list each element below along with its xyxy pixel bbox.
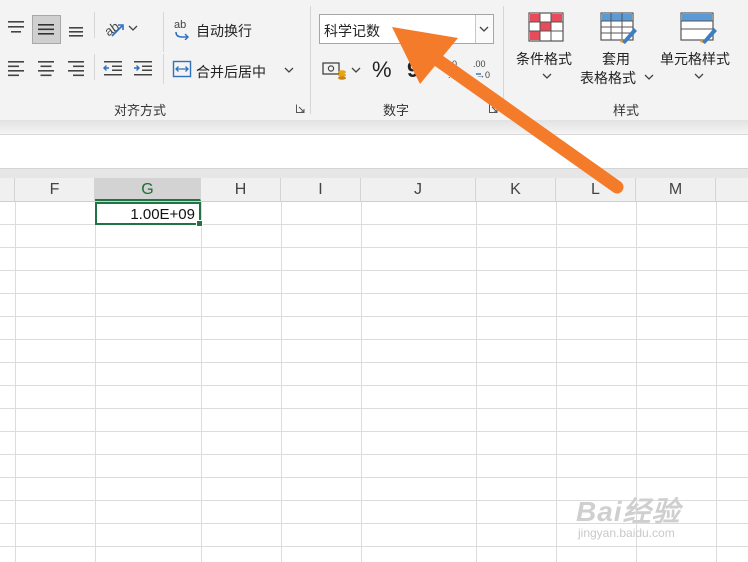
chevron-down-icon[interactable] xyxy=(284,66,294,74)
column-header-row: F G H I J K L M xyxy=(0,178,748,202)
grid-line xyxy=(0,431,748,432)
chevron-down-icon[interactable] xyxy=(351,66,361,74)
align-center-icon[interactable] xyxy=(36,58,56,78)
cell-styles-label: 单元格样式 xyxy=(660,51,730,67)
grid-line xyxy=(0,454,748,455)
column-header-j[interactable]: J xyxy=(361,178,476,201)
format-as-table-label-line1: 套用 xyxy=(602,51,630,67)
column-header-k[interactable]: K xyxy=(476,178,556,201)
grid-line xyxy=(95,202,96,562)
chevron-down-icon xyxy=(644,74,654,80)
align-right-icon[interactable] xyxy=(66,58,86,78)
column-header-h[interactable]: H xyxy=(201,178,281,201)
ribbon-shadow xyxy=(0,120,748,134)
increase-decimal-icon[interactable]: ←0 .00 xyxy=(442,57,466,81)
grid-line xyxy=(0,316,748,317)
grid-line xyxy=(476,202,477,562)
dialog-launcher-icon[interactable] xyxy=(489,104,498,113)
ribbon: ab ab 自动换行 合并后居中 对齐方式 科学记数 % 9 ←0 .00 .0… xyxy=(0,0,748,120)
format-as-table-button[interactable]: 套用 表格格式 xyxy=(580,10,656,86)
fill-handle[interactable] xyxy=(196,220,203,227)
conditional-format-icon xyxy=(528,12,564,42)
divider xyxy=(163,54,164,84)
conditional-format-label: 条件格式 xyxy=(516,51,572,67)
baidu-watermark: Bai经验 jingyan.baidu.com xyxy=(576,486,746,548)
align-middle-icon xyxy=(38,24,54,35)
conditional-format-button[interactable]: 条件格式 xyxy=(512,10,580,86)
dialog-launcher-icon[interactable] xyxy=(296,104,305,113)
svg-text:ab: ab xyxy=(174,19,186,31)
wrap-text-label: 自动换行 xyxy=(196,23,252,39)
orientation-icon[interactable]: ab xyxy=(102,16,126,40)
column-header-blank xyxy=(0,178,15,201)
divider xyxy=(94,12,95,38)
watermark-logo-text: Bai经验 xyxy=(576,496,681,527)
styles-group-label: 样式 xyxy=(612,103,639,118)
grid-line xyxy=(0,408,748,409)
grid-line xyxy=(361,202,362,562)
svg-text:.00: .00 xyxy=(448,70,461,80)
column-header-l[interactable]: L xyxy=(556,178,636,201)
grid-line xyxy=(0,270,748,271)
number-format-arrow[interactable] xyxy=(475,15,493,43)
grid-line xyxy=(281,202,282,562)
align-top-icon[interactable] xyxy=(6,18,26,38)
column-header-f[interactable]: F xyxy=(15,178,95,201)
svg-text:←0: ←0 xyxy=(443,59,457,69)
grid-line xyxy=(0,362,748,363)
align-left-icon[interactable] xyxy=(6,58,26,78)
number-format-value: 科学记数 xyxy=(324,23,380,39)
svg-text:→0: →0 xyxy=(476,70,490,80)
column-header-g[interactable]: G xyxy=(95,178,201,201)
grid-line xyxy=(0,477,748,478)
svg-text:.00: .00 xyxy=(473,59,486,69)
chevron-down-icon xyxy=(479,26,489,32)
wrap-text-icon: ab xyxy=(174,19,189,40)
watermark-url: jingyan.baidu.com xyxy=(578,526,675,540)
grid-line xyxy=(556,202,557,562)
group-divider xyxy=(503,6,504,114)
grid-line xyxy=(0,247,748,248)
divider xyxy=(163,12,164,52)
formula-bar[interactable] xyxy=(0,134,748,169)
number-group-label: 数字 xyxy=(382,103,409,118)
number-format-dropdown[interactable]: 科学记数 xyxy=(319,14,494,44)
accounting-format-icon[interactable] xyxy=(322,60,348,80)
chevron-down-icon[interactable] xyxy=(128,24,138,32)
grid-line xyxy=(201,202,202,562)
group-divider xyxy=(310,6,311,114)
cell-value: 1.00E+09 xyxy=(130,206,195,223)
comma-style-button[interactable]: 9 xyxy=(407,57,419,83)
column-header-m[interactable]: M xyxy=(636,178,716,201)
chevron-down-icon xyxy=(694,73,704,79)
grid-line xyxy=(0,293,748,294)
merge-center-label: 合并后居中 xyxy=(196,64,266,80)
merge-center-icon xyxy=(172,60,192,78)
grid-line xyxy=(15,202,16,562)
align-bottom-icon[interactable] xyxy=(66,20,86,40)
format-as-table-label-line2: 表格格式 xyxy=(580,70,636,86)
cell-styles-icon xyxy=(680,12,717,44)
selected-cell-g1[interactable]: 1.00E+09 xyxy=(95,202,203,227)
alignment-group-label: 对齐方式 xyxy=(113,103,166,118)
grid-line xyxy=(0,339,748,340)
cell-styles-button[interactable]: 单元格样式 xyxy=(658,10,742,86)
wrap-text-button[interactable]: ab 自动换行 xyxy=(172,16,264,42)
decrease-decimal-icon[interactable]: .00 →0 xyxy=(470,57,494,81)
column-header-i[interactable]: I xyxy=(281,178,361,201)
increase-indent-icon[interactable] xyxy=(132,58,154,78)
format-as-table-icon xyxy=(600,12,637,44)
divider xyxy=(94,54,95,80)
percent-style-button[interactable]: % xyxy=(372,57,392,83)
grid-line xyxy=(0,385,748,386)
decrease-indent-icon[interactable] xyxy=(102,58,124,78)
formula-gap xyxy=(0,168,748,178)
align-middle-button[interactable] xyxy=(32,15,61,44)
merge-center-button[interactable]: 合并后居中 xyxy=(172,57,298,83)
chevron-down-icon xyxy=(542,73,552,79)
